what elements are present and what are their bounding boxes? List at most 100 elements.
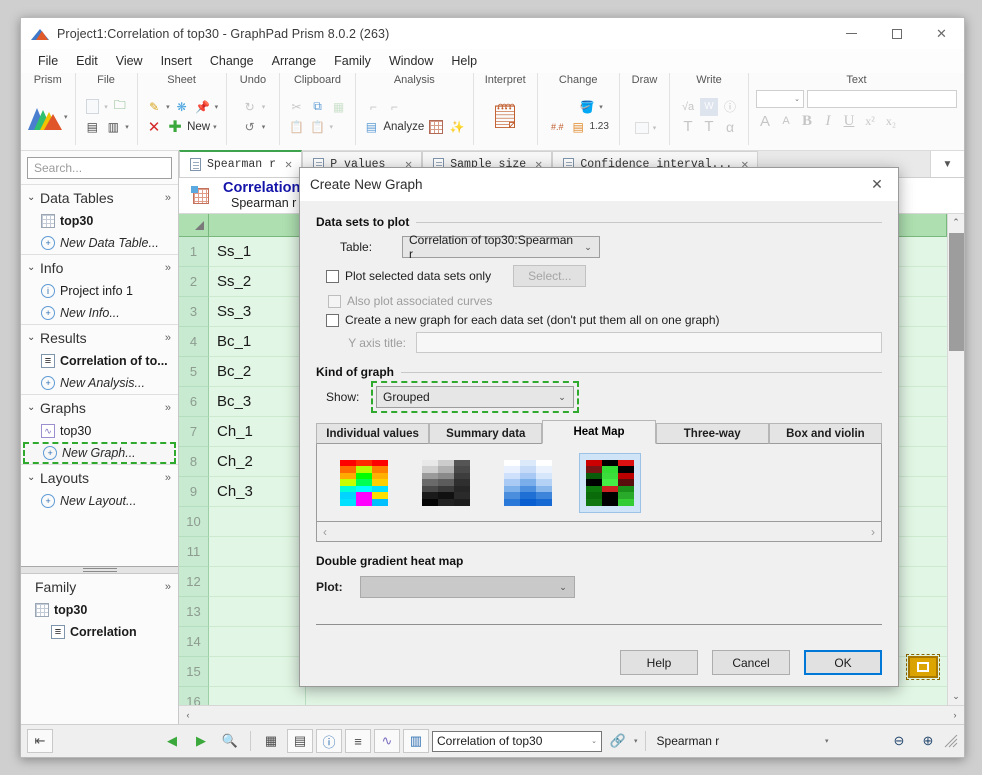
nav-header-data-tables[interactable]: ⌄ Data Tables » [21,185,178,210]
sheet-selector-combo[interactable]: Correlation of top30 ⌄ [432,730,602,752]
save-caret-icon[interactable]: ▾ [125,123,129,131]
table-combo[interactable]: Correlation of top30:Spearman r ⌄ [402,233,600,261]
row-cells[interactable] [306,687,947,705]
analyze-icon[interactable]: ▤ [362,118,380,136]
chevron-down-icon[interactable]: ⌄ [27,262,40,273]
font-family-selector[interactable] [807,90,957,108]
collapse-navigator-button[interactable]: ⇤ [27,729,53,753]
next-sheet-button[interactable]: ▶ [188,729,214,753]
prism-menu-caret-icon[interactable]: ▾ [64,113,68,121]
subscript-icon[interactable]: x₂ [882,112,900,130]
open-file-icon[interactable]: 🗀 [111,98,129,116]
chevron-down-icon[interactable]: ⌄ [27,472,40,483]
nav-header-layouts[interactable]: ⌄ Layouts » [21,465,178,490]
row-label[interactable]: Bc_1 [209,327,306,357]
thumbnail-grayscale-heat-map[interactable] [415,453,477,513]
tab-box-and-violin[interactable]: Box and violin [768,423,883,444]
prism-logo-icon[interactable] [28,104,62,130]
pin-caret-icon[interactable]: ▾ [215,103,219,111]
row-label[interactable] [209,627,306,657]
sidebar-item-top30-graph[interactable]: ∿ top30 [21,420,178,442]
previous-sheet-button[interactable]: ◀ [159,729,185,753]
menu-help[interactable]: Help [442,51,486,71]
new-graph-each-checkbox[interactable] [326,313,339,327]
fill-color-icon[interactable]: 🪣 [578,98,596,116]
menu-change[interactable]: Change [201,51,263,71]
paste-caret-icon[interactable]: ▾ [330,123,334,131]
family-expand-icon[interactable]: » [165,581,171,593]
navigator-splitter[interactable] [21,566,178,574]
magic-wand-icon[interactable]: 🔍 [217,729,243,753]
row-label[interactable]: Ch_2 [209,447,306,477]
new-file-icon[interactable] [83,98,101,116]
new-sheet-icon[interactable]: ✚ [166,118,184,136]
cancel-button[interactable]: Cancel [712,650,790,675]
menu-insert[interactable]: Insert [152,51,201,71]
draw-shape-icon[interactable] [633,119,651,137]
bold-icon[interactable]: B [798,112,816,130]
nav-expand-icon[interactable]: » [165,262,171,274]
ok-button[interactable]: OK [804,650,882,675]
rename-caret-icon[interactable]: ▾ [166,103,170,111]
vertical-scroll-thumb[interactable] [948,233,964,351]
change-table-format-icon[interactable]: ▤ [569,118,587,136]
close-button[interactable]: ✕ [919,18,964,49]
menu-window[interactable]: Window [380,51,442,71]
tab-overflow-dropdown[interactable]: ▼ [930,151,964,177]
gallery-prev-icon[interactable]: ‹ [323,525,327,539]
dialog-close-icon[interactable]: ✕ [856,168,898,201]
rename-sheet-icon[interactable]: ✎ [145,98,163,116]
row-label[interactable]: Ss_3 [209,297,306,327]
sidebar-item-new-data-table[interactable]: + New Data Table... [21,232,178,254]
analysis-wand-icon[interactable]: ✨ [448,118,466,136]
nav-expand-icon[interactable]: » [165,192,171,204]
close-icon[interactable]: ✕ [282,157,295,172]
decimal-format-icon[interactable]: #.# [548,118,566,136]
sidebar-item-new-graph[interactable]: + New Graph... [23,442,176,464]
save-icon[interactable]: ▤ [83,118,101,136]
new-sheet-label[interactable]: New [187,121,210,133]
undo-caret-icon[interactable]: ▾ [262,123,266,131]
plot-selected-checkbox[interactable] [326,269,339,283]
tab-three-way[interactable]: Three-way [655,423,769,444]
chevron-down-icon[interactable]: ▾ [825,737,829,745]
gallery-next-icon[interactable]: › [871,525,875,539]
chevron-down-icon[interactable]: ⌄ [27,402,40,413]
chevron-down-icon[interactable]: ⌄ [553,392,571,403]
row-label[interactable]: Ch_3 [209,477,306,507]
zoom-in-icon[interactable]: ⊕ [915,729,941,753]
pin-sheet-icon[interactable]: 📌 [194,98,212,116]
chevron-down-icon[interactable]: ⌄ [27,332,40,343]
info-note-icon[interactable]: ⓘ [721,98,739,116]
sidebar-item-new-info[interactable]: + New Info... [21,302,178,324]
row-label[interactable]: Bc_2 [209,357,306,387]
row-label[interactable]: Bc_3 [209,387,306,417]
sheet-list-icon[interactable]: ▦ [258,729,284,753]
text-box-icon[interactable]: T [700,118,718,136]
font-size-selector[interactable]: ⌄ [756,90,804,108]
analyze-label[interactable]: Analyze [383,121,424,133]
word-export-icon[interactable]: W [700,97,719,116]
chevron-down-icon[interactable]: ⌄ [591,737,597,745]
tab-individual-values[interactable]: Individual values [316,423,430,444]
redo-caret-icon[interactable]: ▾ [262,103,266,111]
menu-family[interactable]: Family [325,51,380,71]
family-item-correlation[interactable]: ≡ Correlation [21,621,178,643]
floating-graph-badge[interactable] [906,654,940,680]
analysis-table-icon[interactable] [427,118,445,136]
link-icon[interactable]: 🔗 [605,729,631,753]
delete-sheet-icon[interactable]: ✕ [145,118,163,136]
row-label[interactable] [209,687,306,705]
fill-color-caret-icon[interactable]: ▾ [599,103,603,111]
maximize-button[interactable] [874,18,919,49]
freeze-sheet-icon[interactable]: ❋ [173,98,191,116]
menu-file[interactable]: File [29,51,67,71]
text-tool-icon[interactable]: T [679,118,697,136]
undo-icon[interactable]: ↺ [241,118,259,136]
family-sheet-selector[interactable]: Spearman r ▾ [653,731,833,752]
menu-view[interactable]: View [107,51,152,71]
copy-special-icon[interactable]: ▦ [330,98,348,116]
cut-icon[interactable]: ✂ [288,98,306,116]
row-label[interactable] [209,567,306,597]
nav-header-graphs[interactable]: ⌄ Graphs » [21,395,178,420]
